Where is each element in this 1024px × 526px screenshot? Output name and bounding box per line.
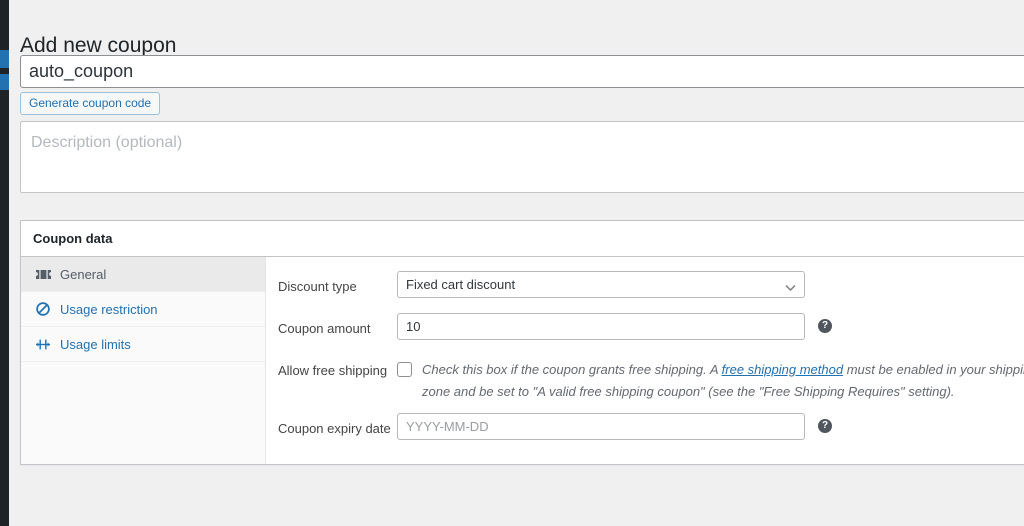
tab-usage-restriction-label: Usage restriction bbox=[60, 301, 158, 317]
discount-type-row: Discount type Fixed cart discount bbox=[266, 266, 1024, 308]
allow-free-shipping-row: Allow free shipping Check this box if th… bbox=[266, 350, 1024, 408]
no-entry-icon bbox=[34, 302, 52, 316]
coupon-expiry-date-help-icon[interactable]: ? bbox=[818, 419, 832, 433]
coupon-amount-field: ? bbox=[397, 313, 1024, 340]
coupon-amount-row: Coupon amount ? bbox=[266, 308, 1024, 350]
coupon-amount-label: Coupon amount bbox=[278, 321, 371, 336]
tab-general-label: General bbox=[60, 266, 107, 282]
coupon-expiry-date-field: ? bbox=[397, 413, 1024, 440]
coupon-amount-input[interactable] bbox=[397, 313, 805, 340]
discount-type-select[interactable]: Fixed cart discount bbox=[397, 271, 805, 298]
admin-menu-accent-bottom bbox=[0, 74, 9, 90]
allow-free-shipping-label: Allow free shipping bbox=[278, 363, 388, 378]
free-shipping-desc-before: Check this box if the coupon grants free… bbox=[422, 362, 722, 377]
coupon-data-tabs: General Usage restriction Usage limits bbox=[21, 257, 266, 464]
discount-type-field: Fixed cart discount bbox=[397, 271, 1024, 298]
allow-free-shipping-description: Check this box if the coupon grants free… bbox=[422, 359, 1024, 403]
coupon-code-input[interactable] bbox=[20, 55, 1024, 88]
coupon-data-panel: Coupon data General Usage restriction Us… bbox=[20, 220, 1024, 465]
allow-free-shipping-checkbox[interactable] bbox=[397, 362, 412, 377]
coupon-description-input[interactable] bbox=[20, 121, 1024, 193]
coupon-general-panel: Discount type Fixed cart discount Coupon… bbox=[266, 257, 1024, 464]
admin-menu-edge[interactable] bbox=[0, 0, 9, 526]
tab-usage-limits-label: Usage limits bbox=[60, 336, 131, 352]
discount-type-label: Discount type bbox=[278, 279, 357, 294]
admin-content-wrap: Add new coupon Generate coupon code Coup… bbox=[9, 0, 1024, 526]
coupon-data-header: Coupon data bbox=[21, 221, 1024, 257]
coupon-code-field-group: Generate coupon code bbox=[20, 55, 1024, 115]
coupon-expiry-date-label: Coupon expiry date bbox=[278, 421, 391, 436]
coupon-amount-help-icon[interactable]: ? bbox=[818, 319, 832, 333]
tab-usage-limits[interactable]: Usage limits bbox=[21, 327, 265, 362]
free-shipping-method-link[interactable]: free shipping method bbox=[722, 362, 843, 377]
coupon-data-body: General Usage restriction Usage limits D… bbox=[21, 257, 1024, 464]
tab-usage-restriction[interactable]: Usage restriction bbox=[21, 292, 265, 327]
tab-general[interactable]: General bbox=[21, 257, 265, 292]
coupon-expiry-date-input[interactable] bbox=[397, 413, 805, 440]
admin-menu-accent-top bbox=[0, 50, 9, 68]
allow-free-shipping-field: Check this box if the coupon grants free… bbox=[397, 355, 1024, 403]
generate-coupon-code-button[interactable]: Generate coupon code bbox=[20, 92, 161, 115]
coupon-description-group bbox=[20, 121, 1024, 193]
usage-limits-icon bbox=[34, 337, 52, 351]
ticket-icon bbox=[34, 267, 52, 281]
coupon-expiry-date-row: Coupon expiry date ? bbox=[266, 408, 1024, 450]
